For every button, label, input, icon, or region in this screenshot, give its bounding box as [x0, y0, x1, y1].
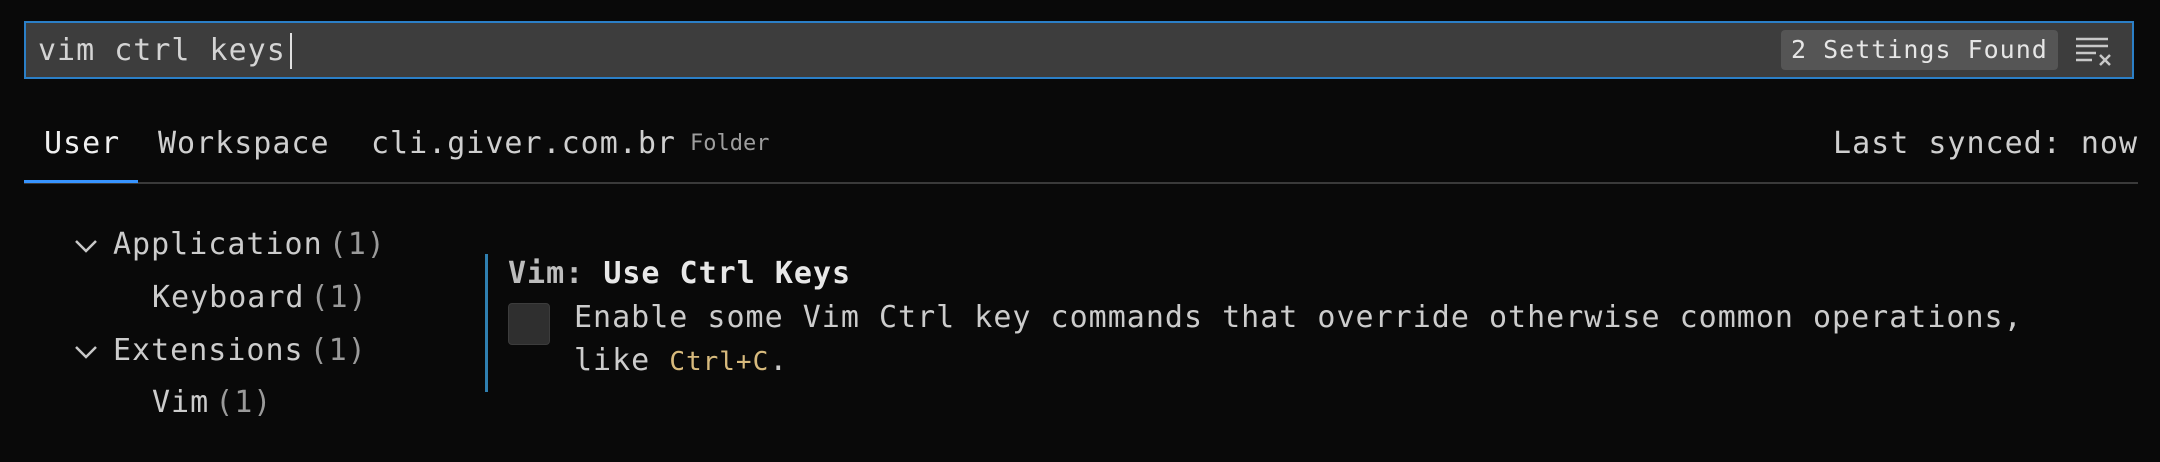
setting-title: Vim: Use Ctrl Keys — [508, 254, 851, 294]
toc-item-label: Vim — [152, 385, 210, 420]
toc-item-extensions[interactable]: Extensions (1) — [113, 331, 367, 371]
results-count-badge: 2 Settings Found — [1781, 30, 2058, 70]
description-text: Enable some Vim Ctrl key commands that o… — [574, 300, 2023, 378]
setting-checkbox[interactable] — [508, 303, 550, 345]
toc-item-count: (1) — [328, 227, 386, 262]
toc-item-label: Keyboard — [152, 280, 305, 315]
clear-filter-icon[interactable] — [2074, 35, 2114, 67]
chevron-down-icon[interactable] — [72, 338, 100, 366]
last-synced-status: Last synced: now — [1833, 126, 2138, 161]
toc-item-application[interactable]: Application (1) — [113, 225, 386, 265]
active-tab-indicator — [24, 180, 138, 183]
description-code: Ctrl+C — [669, 347, 770, 377]
setting-name: Use Ctrl Keys — [603, 256, 852, 291]
toc-item-count: (1) — [309, 333, 367, 368]
settings-scope-tabs: User Workspace cli.giver.com.br Folder L… — [24, 112, 2138, 184]
tab-folder-type-label: Folder — [690, 131, 770, 156]
toc-item-label: Application — [113, 227, 323, 262]
toc-item-keyboard[interactable]: Keyboard (1) — [152, 278, 368, 318]
toc-item-count: (1) — [215, 385, 273, 420]
setting-description: Enable some Vim Ctrl key commands that o… — [574, 296, 2074, 384]
description-end: . — [769, 343, 789, 378]
setting-vim-use-ctrl-keys: Vim: Use Ctrl Keys Enable some Vim Ctrl … — [485, 254, 2088, 392]
chevron-down-icon[interactable] — [72, 232, 100, 260]
tab-user[interactable]: User — [44, 124, 120, 164]
toc-item-vim[interactable]: Vim (1) — [152, 383, 272, 423]
search-input[interactable]: vim ctrl keys — [38, 33, 292, 69]
toc-item-count: (1) — [310, 280, 368, 315]
setting-category: Vim: — [508, 256, 604, 291]
tab-folder[interactable]: cli.giver.com.br — [371, 124, 676, 164]
tab-workspace[interactable]: Workspace — [158, 124, 330, 164]
settings-search-bar[interactable]: vim ctrl keys 2 Settings Found — [24, 21, 2134, 79]
toc-item-label: Extensions — [113, 333, 304, 368]
